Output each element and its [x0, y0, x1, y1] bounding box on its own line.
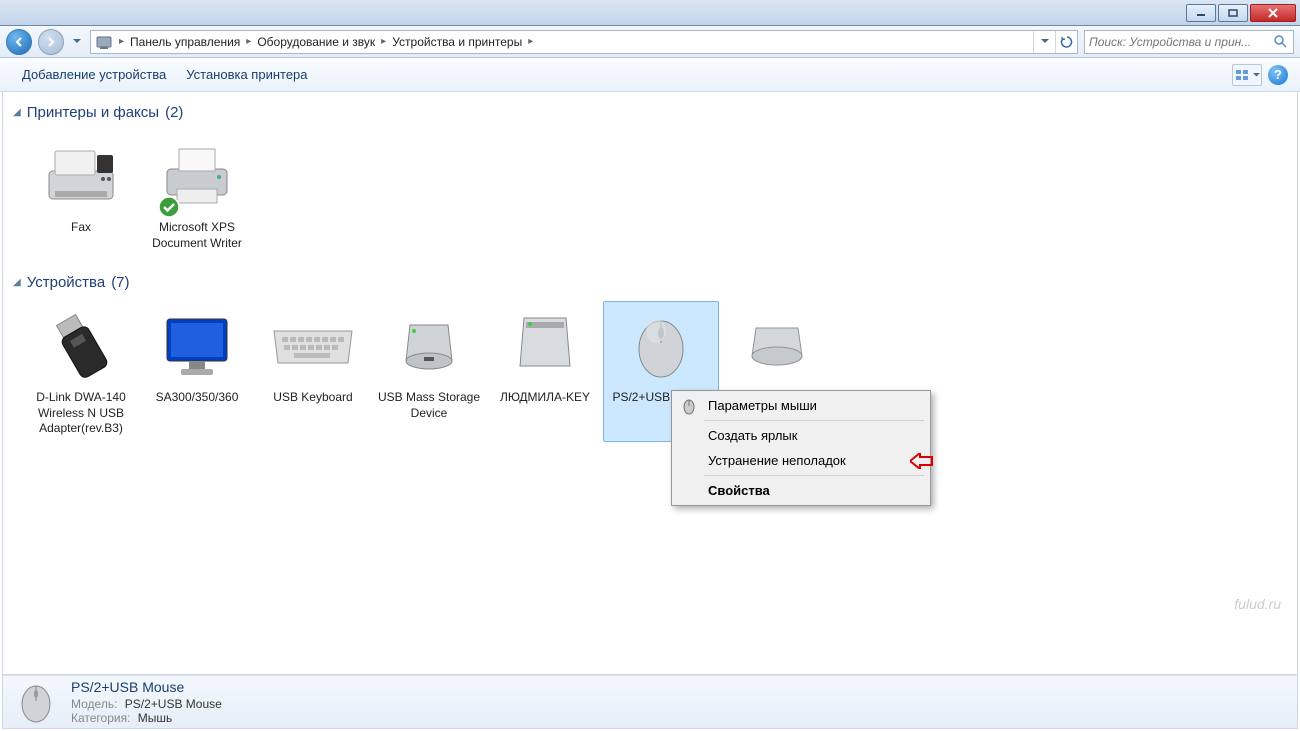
device-item-monitor[interactable]: SA300/350/360 — [139, 301, 255, 442]
device-label: USB Mass Storage Device — [376, 390, 482, 421]
device-item-usb-adapter[interactable]: D-Link DWA-140 Wireless N USB Adapter(re… — [23, 301, 139, 442]
search-box[interactable] — [1084, 30, 1294, 54]
breadcrumb-arrow[interactable]: ▸ — [244, 36, 253, 47]
breadcrumb-item[interactable]: Оборудование и звук — [253, 35, 379, 49]
breadcrumb-item[interactable]: Панель управления — [126, 35, 244, 49]
device-label: Fax — [28, 220, 134, 236]
forward-button[interactable] — [38, 29, 64, 55]
context-menu-item-mouse-settings[interactable]: Параметры мыши — [674, 393, 928, 418]
address-bar[interactable]: ▸ Панель управления ▸ Оборудование и зву… — [90, 30, 1078, 54]
group-title: Принтеры и факсы — [27, 104, 159, 121]
context-menu-item-properties[interactable]: Свойства — [674, 478, 928, 503]
device-item-mass-storage[interactable]: USB Mass Storage Device — [371, 301, 487, 442]
details-model-value: PS/2+USB Mouse — [125, 697, 222, 711]
help-button[interactable]: ? — [1268, 65, 1288, 85]
context-menu-label: Параметры мыши — [708, 398, 817, 413]
command-toolbar: Добавление устройства Установка принтера… — [0, 58, 1300, 92]
hdd-icon — [742, 316, 812, 376]
context-menu-item-troubleshoot[interactable]: Устранение неполадок — [674, 448, 928, 473]
usb-stick-icon — [46, 306, 116, 386]
breadcrumb-arrow[interactable]: ▸ — [526, 36, 535, 47]
collapse-icon: ◢ — [13, 107, 21, 118]
fax-icon — [41, 141, 121, 211]
maximize-button[interactable] — [1218, 4, 1248, 22]
mouse-small-icon — [680, 397, 698, 415]
add-device-button[interactable]: Добавление устройства — [12, 63, 176, 86]
search-icon — [1273, 34, 1289, 50]
devices-items: D-Link DWA-140 Wireless N USB Adapter(re… — [13, 297, 1287, 454]
default-check-icon — [158, 196, 180, 218]
details-title: PS/2+USB Mouse — [71, 679, 240, 695]
group-count: (7) — [111, 274, 129, 291]
content-area: ◢ Принтеры и факсы (2) Fax — [2, 92, 1298, 675]
collapse-icon: ◢ — [13, 277, 21, 288]
minimize-button[interactable] — [1186, 4, 1216, 22]
details-category-value: Мышь — [138, 711, 173, 725]
highlight-arrow-icon — [910, 453, 934, 469]
view-options-button[interactable] — [1232, 64, 1262, 86]
mouse-icon — [626, 311, 696, 381]
mouse-large-icon — [13, 679, 59, 725]
details-category-label: Категория: — [71, 711, 130, 725]
hdd-icon — [394, 311, 464, 381]
device-label: D-Link DWA-140 Wireless N USB Adapter(re… — [28, 390, 134, 437]
details-pane: PS/2+USB Mouse Модель: PS/2+USB Mouse Ка… — [2, 675, 1298, 729]
context-menu-label: Создать ярлык — [708, 428, 797, 443]
context-menu-label: Свойства — [708, 483, 770, 498]
breadcrumb-root-arrow[interactable]: ▸ — [117, 36, 126, 47]
context-menu-separator — [704, 475, 924, 476]
breadcrumb-arrow[interactable]: ▸ — [379, 36, 388, 47]
device-item-fax[interactable]: Fax — [23, 131, 139, 256]
keyboard-icon — [270, 321, 356, 371]
search-input[interactable] — [1089, 35, 1273, 49]
add-printer-button[interactable]: Установка принтера — [176, 63, 317, 86]
watermark: fulud.ru — [1234, 596, 1281, 612]
device-label: USB Keyboard — [260, 390, 366, 406]
drive-icon — [510, 306, 580, 386]
context-menu-item-create-shortcut[interactable]: Создать ярлык — [674, 423, 928, 448]
monitor-icon — [157, 311, 237, 381]
device-label: Microsoft XPS Document Writer — [144, 220, 250, 251]
context-menu: Параметры мыши Создать ярлык Устранение … — [671, 390, 931, 506]
group-header-printers[interactable]: ◢ Принтеры и факсы (2) — [13, 98, 1287, 127]
device-item-xps-printer[interactable]: Microsoft XPS Document Writer — [139, 131, 255, 256]
navigation-bar: ▸ Панель управления ▸ Оборудование и зву… — [0, 26, 1300, 58]
breadcrumb-item[interactable]: Устройства и принтеры — [388, 35, 526, 49]
group-title: Устройства — [27, 274, 105, 291]
window-titlebar — [0, 0, 1300, 26]
nav-history-dropdown[interactable] — [70, 32, 84, 52]
back-button[interactable] — [6, 29, 32, 55]
device-label: SA300/350/360 — [144, 390, 250, 406]
group-count: (2) — [165, 104, 183, 121]
context-menu-label: Устранение неполадок — [708, 453, 846, 468]
details-model-label: Модель: — [71, 697, 117, 711]
printers-items: Fax Microsoft XPS Document Writer — [13, 127, 1287, 268]
device-label: ЛЮДМИЛА-KEY — [492, 390, 598, 406]
refresh-button[interactable] — [1055, 31, 1077, 53]
context-menu-separator — [704, 420, 924, 421]
devices-icon — [95, 33, 113, 51]
close-button[interactable] — [1250, 4, 1296, 22]
device-item-keyboard[interactable]: USB Keyboard — [255, 301, 371, 442]
device-item-drive[interactable]: ЛЮДМИЛА-KEY — [487, 301, 603, 442]
group-header-devices[interactable]: ◢ Устройства (7) — [13, 268, 1287, 297]
address-dropdown[interactable] — [1033, 31, 1055, 53]
